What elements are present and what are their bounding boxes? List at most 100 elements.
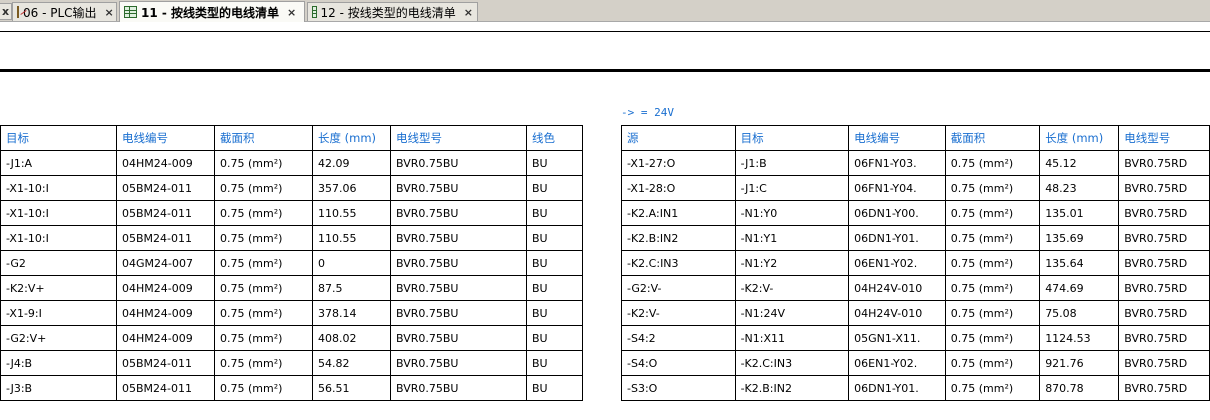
- table-row: -K2.C:IN3 -N1:Y2 06EN1-Y02. 0.75 (mm²) 135.6…: [621, 250, 1210, 276]
- table-cell: 110.55: [312, 225, 391, 251]
- table-cell: BVR0.75RD: [1118, 250, 1210, 276]
- table-cell: BU: [526, 225, 583, 251]
- table-cell: 06DN1-Y01.: [848, 375, 946, 401]
- table-row: -S4:O -K2.C:IN3 06EN1-Y02. 0.75 (mm²) 921.76…: [621, 350, 1210, 376]
- column-header: 线色: [526, 125, 583, 151]
- table-cell: BVR0.75RD: [1118, 350, 1210, 376]
- table-cell: -N1:24V: [734, 300, 850, 326]
- table-cell: -K2.B:IN2: [621, 225, 736, 251]
- table-cell: 870.78: [1039, 375, 1120, 401]
- table-cell: -X1-10:I: [0, 225, 117, 251]
- close-icon[interactable]: ×: [464, 6, 473, 19]
- table-row: -J1:A 04HM24-009 0.75 (mm²) 42.09 BVR0.75BU B…: [0, 150, 583, 176]
- table-cell: 474.69: [1039, 275, 1120, 301]
- table-cell: 05BM24-011: [116, 375, 215, 401]
- table-cell: -K2.B:IN2: [734, 375, 850, 401]
- table-cell: BU: [526, 150, 583, 176]
- table-cell: 04H24V-010: [848, 275, 946, 301]
- table-cell: 0.75 (mm²): [214, 350, 313, 376]
- column-header: 电线型号: [390, 125, 527, 151]
- document-icon: [17, 6, 19, 18]
- table-cell: 04H24V-010: [848, 300, 946, 326]
- table-cell: -S4:2: [621, 325, 736, 351]
- table-cell: -J4:B: [0, 350, 117, 376]
- table-cell: BU: [526, 350, 583, 376]
- tab-wire-list-11[interactable]: 11 - 按线类型的电线清单 ×: [119, 1, 305, 22]
- table-cell: 921.76: [1039, 350, 1120, 376]
- table-row: -X1-9:I 04HM24-009 0.75 (mm²) 378.14 BVR0.75…: [0, 300, 583, 326]
- table-cell: 0.75 (mm²): [944, 150, 1041, 176]
- table-cell: 408.02: [312, 325, 391, 351]
- table-cell: BVR0.75BU: [390, 200, 527, 226]
- table-cell: -N1:Y1: [734, 225, 850, 251]
- table-cell: BVR0.75RD: [1118, 275, 1210, 301]
- column-header: 长度 (mm): [1039, 125, 1120, 151]
- table-cell: 04HM24-009: [116, 325, 215, 351]
- table-row: -X1-28:O -J1:C 06FN1-Y04. 0.75 (mm²) 48.23 BV…: [621, 175, 1210, 201]
- table-cell: BVR0.75BU: [390, 375, 527, 401]
- table-cell: -J1:A: [0, 150, 117, 176]
- table-cell: BVR0.75BU: [390, 275, 527, 301]
- table-cell: BVR0.75BU: [390, 325, 527, 351]
- table-cell: -X1-9:I: [0, 300, 117, 326]
- table-cell: BVR0.75RD: [1118, 325, 1210, 351]
- table-cell: 04HM24-009: [116, 275, 215, 301]
- table-cell: 56.51: [312, 375, 391, 401]
- table-cell: -K2.C:IN3: [621, 250, 736, 276]
- table-cell: 06EN1-Y02.: [848, 250, 946, 276]
- table-cell: BU: [526, 200, 583, 226]
- table-cell: 0.75 (mm²): [214, 325, 313, 351]
- table-cell: 1124.53: [1039, 325, 1120, 351]
- table-cell: 06DN1-Y01.: [848, 225, 946, 251]
- table-cell: BVR0.75RD: [1118, 175, 1210, 201]
- table-row: -K2.B:IN2 -N1:Y1 06DN1-Y01. 0.75 (mm²) 135.6…: [621, 225, 1210, 251]
- table-cell: BVR0.75RD: [1118, 300, 1210, 326]
- header-separator: [0, 69, 1210, 72]
- table-cell: BVR0.75BU: [390, 225, 527, 251]
- close-icon[interactable]: ×: [287, 6, 296, 19]
- table-cell: BU: [526, 375, 583, 401]
- close-icon[interactable]: ×: [105, 6, 114, 19]
- table-cell: 04HM24-009: [116, 150, 215, 176]
- table-row: -G2:V+ 04HM24-009 0.75 (mm²) 408.02 BVR0.75B…: [0, 325, 583, 351]
- column-header: 长度 (mm): [312, 125, 391, 151]
- column-header: 目标: [0, 125, 117, 151]
- tab-plc-output[interactable]: 06 - PLC输出 ×: [12, 2, 117, 21]
- tab-label: 06 - PLC输出: [23, 5, 97, 20]
- table-cell: 135.64: [1039, 250, 1120, 276]
- close-icon[interactable]: x: [0, 3, 12, 20]
- tab-wire-list-12[interactable]: 12 - 按线类型的电线清单 ×: [307, 2, 478, 21]
- column-header: 源: [621, 125, 736, 151]
- table-cell: BU: [526, 250, 583, 276]
- table-cell: 0.75 (mm²): [214, 275, 313, 301]
- table-cell: 0.75 (mm²): [214, 250, 313, 276]
- table-cell: 0: [312, 250, 391, 276]
- table-cell: -X1-10:I: [0, 200, 117, 226]
- table-cell: BVR0.75BU: [390, 175, 527, 201]
- table-icon: [312, 6, 317, 18]
- table-cell: -N1:X11: [734, 325, 850, 351]
- table-cell: BVR0.75RD: [1118, 150, 1210, 176]
- table-cell: BVR0.75BU: [390, 150, 527, 176]
- table-cell: -G2: [0, 250, 117, 276]
- table-cell: -K2:V+: [0, 275, 117, 301]
- table-cell: 48.23: [1039, 175, 1120, 201]
- table-cell: BVR0.75RD: [1118, 225, 1210, 251]
- table-cell: BVR0.75RD: [1118, 200, 1210, 226]
- table-cell: -J1:C: [734, 175, 850, 201]
- table-cell: BU: [526, 175, 583, 201]
- table-cell: 87.5: [312, 275, 391, 301]
- table-cell: 135.69: [1039, 225, 1120, 251]
- table-row: -G2 04GM24-007 0.75 (mm²) 0 BVR0.75BU BU: [0, 250, 583, 276]
- table-cell: 05BM24-011: [116, 350, 215, 376]
- table-cell: 0.75 (mm²): [944, 175, 1041, 201]
- table-cell: 0.75 (mm²): [214, 175, 313, 201]
- table-cell: BVR0.75BU: [390, 300, 527, 326]
- table-cell: 0.75 (mm²): [944, 350, 1041, 376]
- document-tab-bar: x 06 - PLC输出 × 11 - 按线类型的电线清单 × 12 - 按线类…: [0, 0, 1210, 22]
- table-cell: 0.75 (mm²): [214, 200, 313, 226]
- table-row: -X1-10:I 05BM24-011 0.75 (mm²) 110.55 BVR0.7…: [0, 200, 583, 226]
- table-cell: 0.75 (mm²): [214, 375, 313, 401]
- table-cell: 0.75 (mm²): [944, 275, 1041, 301]
- table-row: -G2:V- -K2:V- 04H24V-010 0.75 (mm²) 474.69 BV…: [621, 275, 1210, 301]
